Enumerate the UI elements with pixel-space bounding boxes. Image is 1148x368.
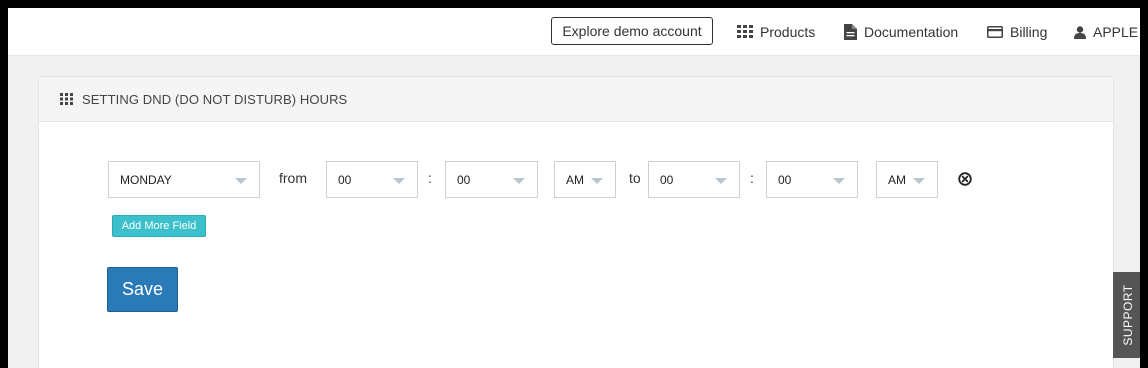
from-label: from bbox=[279, 170, 307, 186]
to-ampm-select[interactable]: AM bbox=[876, 161, 938, 198]
to-ampm-value: AM bbox=[888, 172, 906, 187]
nav-user-label: APPLE bbox=[1093, 24, 1139, 40]
grid-icon bbox=[737, 25, 753, 38]
day-select-value: MONDAY bbox=[120, 172, 172, 187]
to-minute-select[interactable]: 00 bbox=[766, 161, 858, 198]
chevron-down-icon bbox=[393, 178, 405, 184]
to-hour-select[interactable]: 00 bbox=[648, 161, 740, 198]
nav-products-label: Products bbox=[760, 24, 816, 40]
nav-products[interactable]: Products bbox=[737, 23, 815, 41]
app-frame: Explore demo account Products Documentat… bbox=[8, 8, 1140, 368]
to-label: to bbox=[629, 170, 641, 186]
user-icon bbox=[1074, 25, 1086, 39]
nav-billing[interactable]: Billing bbox=[987, 23, 1047, 41]
document-icon bbox=[844, 24, 857, 40]
nav-documentation[interactable]: Documentation bbox=[844, 23, 958, 41]
support-tab[interactable]: SUPPORT bbox=[1113, 272, 1140, 358]
to-time-separator: : bbox=[750, 170, 754, 186]
from-ampm-value: AM bbox=[566, 172, 584, 187]
chevron-down-icon bbox=[513, 178, 525, 184]
explore-demo-button[interactable]: Explore demo account bbox=[551, 17, 713, 45]
from-minute-select[interactable]: 00 bbox=[445, 161, 538, 198]
chevron-down-icon bbox=[833, 178, 845, 184]
from-minute-value: 00 bbox=[457, 172, 471, 187]
chevron-down-icon bbox=[235, 178, 247, 184]
grid-icon bbox=[60, 93, 73, 105]
nav-documentation-label: Documentation bbox=[864, 24, 959, 40]
chevron-down-icon bbox=[913, 178, 925, 184]
panel-title: SETTING DND (DO NOT DISTURB) HOURS bbox=[82, 92, 348, 107]
top-navbar: Explore demo account Products Documentat… bbox=[8, 8, 1140, 56]
from-time-separator: : bbox=[428, 170, 432, 186]
from-ampm-select[interactable]: AM bbox=[554, 161, 616, 198]
chevron-down-icon bbox=[591, 178, 603, 184]
nav-user-menu[interactable]: APPLE bbox=[1074, 23, 1138, 41]
dnd-settings-panel: SETTING DND (DO NOT DISTURB) HOURS MONDA… bbox=[38, 76, 1114, 368]
to-minute-value: 00 bbox=[778, 172, 792, 187]
add-more-field-button[interactable]: Add More Field bbox=[112, 215, 206, 237]
close-circle-icon[interactable] bbox=[958, 172, 972, 186]
nav-billing-label: Billing bbox=[1010, 24, 1048, 40]
from-hour-select[interactable]: 00 bbox=[326, 161, 418, 198]
panel-header: SETTING DND (DO NOT DISTURB) HOURS bbox=[39, 77, 1113, 122]
from-hour-value: 00 bbox=[338, 172, 352, 187]
save-button[interactable]: Save bbox=[107, 267, 178, 312]
day-select[interactable]: MONDAY bbox=[108, 161, 260, 198]
chevron-down-icon bbox=[715, 178, 727, 184]
credit-card-icon bbox=[987, 26, 1003, 38]
to-hour-value: 00 bbox=[660, 172, 674, 187]
support-tab-label: SUPPORT bbox=[1121, 284, 1135, 346]
